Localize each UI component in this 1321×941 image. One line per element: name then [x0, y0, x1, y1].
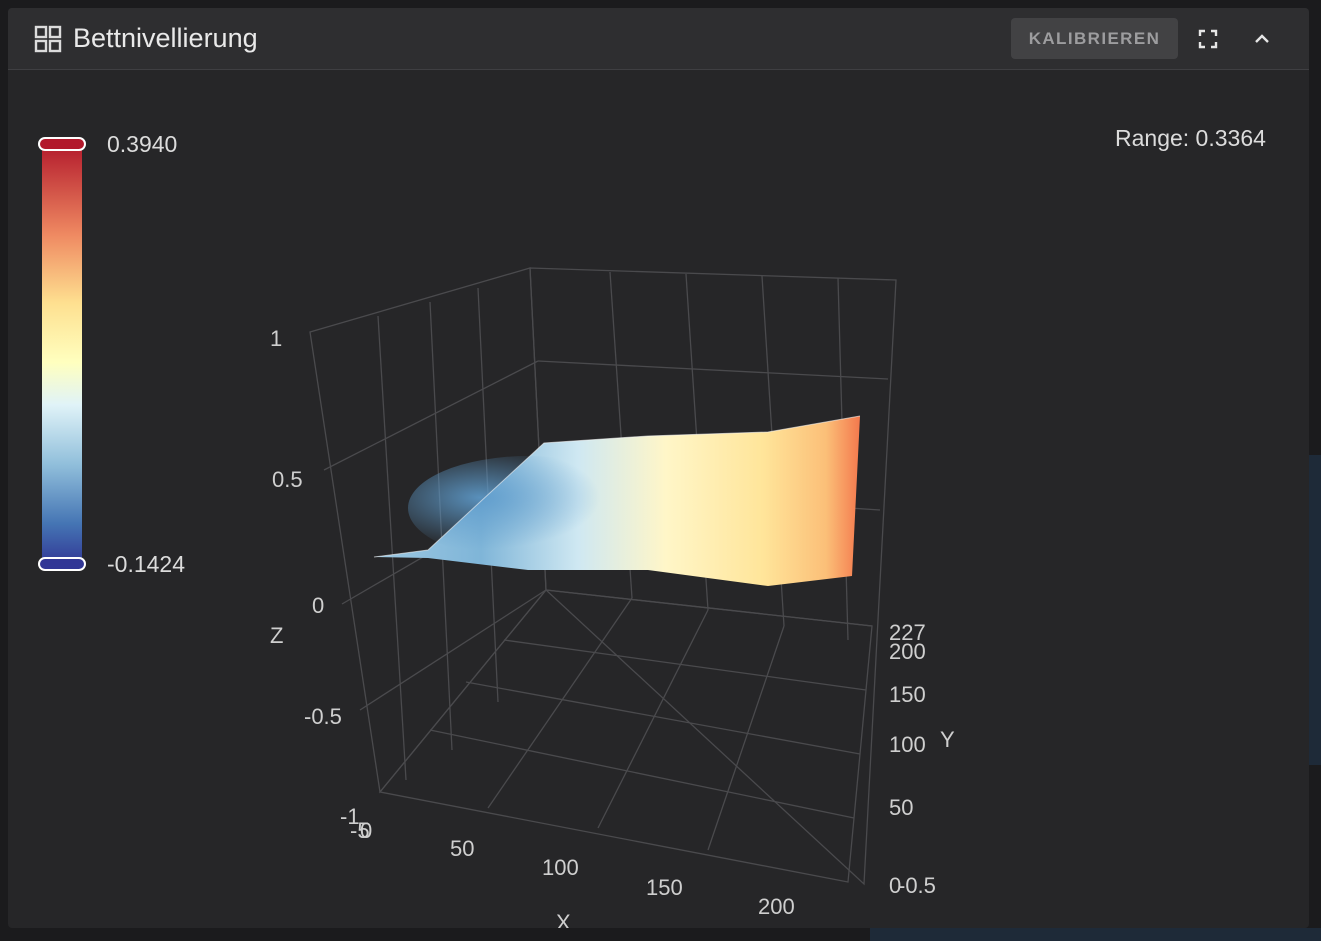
- y-axis-title: Y: [940, 727, 955, 752]
- z-tick-label: 0: [312, 593, 324, 618]
- chevron-up-icon: [1255, 34, 1269, 43]
- range-label: Range: 0.3364: [1115, 125, 1266, 151]
- colorbar-max-label: 0.3940: [107, 131, 178, 157]
- mesh-surface[interactable]: [373, 415, 861, 586]
- fullscreen-icon: [1198, 29, 1218, 49]
- fullscreen-button[interactable]: [1190, 21, 1226, 57]
- y-tick-label: 150: [889, 682, 926, 707]
- z-tick-label: 0.5: [272, 467, 303, 492]
- colorbar-min-handle[interactable]: [38, 557, 86, 571]
- colorbar-min-label: -0.1424: [107, 551, 186, 577]
- x-tick-label: 0: [360, 818, 372, 843]
- y-tick-label: -0.5: [898, 873, 936, 898]
- colorbar-gradient: [42, 142, 82, 566]
- plot-canvas: 1 0.5 0 -0.5 -1 Z -5 0 50 100 150 200 X …: [38, 137, 955, 928]
- x-tick-label: 150: [646, 875, 683, 900]
- y-tick-label: 100: [889, 732, 926, 757]
- collapse-button[interactable]: [1244, 21, 1280, 57]
- x-tick-label: 50: [450, 836, 474, 861]
- x-axis-title: X: [556, 910, 571, 928]
- z-tick-label: -0.5: [304, 704, 342, 729]
- bed-mesh-panel: Bettnivellierung KALIBRIEREN 1 0.5 0 -0.…: [8, 8, 1309, 928]
- bed-mesh-plot[interactable]: 1 0.5 0 -0.5 -1 Z -5 0 50 100 150 200 X …: [8, 70, 1309, 928]
- x-tick-label: 200: [758, 894, 795, 919]
- calibrate-button[interactable]: KALIBRIEREN: [1011, 18, 1178, 59]
- panel-title: Bettnivellierung: [73, 23, 258, 53]
- panel-toolbar: Bettnivellierung KALIBRIEREN: [8, 8, 1309, 70]
- colorbar: [38, 137, 86, 571]
- z-axis-title: Z: [270, 623, 283, 648]
- background-panel-edge-bottom: [870, 928, 1321, 941]
- z-tick-label: 1: [270, 326, 282, 351]
- y-tick-label: 50: [889, 795, 913, 820]
- y-tick-label: 200: [889, 639, 926, 664]
- colorbar-max-handle[interactable]: [38, 137, 86, 151]
- x-tick-label: 100: [542, 855, 579, 880]
- grid-view-icon: [34, 25, 62, 53]
